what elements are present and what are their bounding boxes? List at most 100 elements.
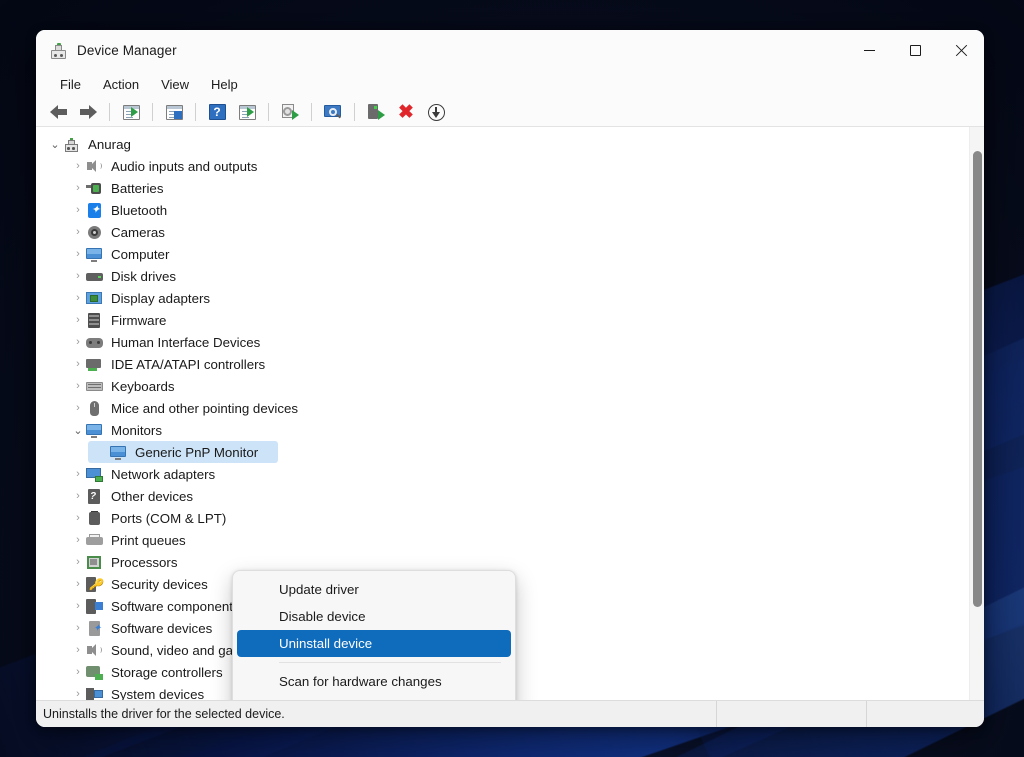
minimize-icon <box>863 50 875 51</box>
speaker-icon <box>86 643 103 658</box>
security-device-icon: 🔑 <box>86 576 103 592</box>
tree-row-audio[interactable]: › Audio inputs and outputs <box>36 155 969 177</box>
tree-row-keyboards[interactable]: › Keyboards <box>36 375 969 397</box>
chevron-right-icon[interactable]: › <box>70 358 86 370</box>
tree-row-label: Bluetooth <box>111 202 168 218</box>
context-menu-item-uninstall-device[interactable]: Uninstall device <box>237 630 511 657</box>
content-area: ⌄ Anurag › Audio inputs and outputs › Ba… <box>36 127 984 700</box>
chevron-right-icon[interactable]: › <box>70 534 86 546</box>
chevron-right-icon[interactable]: › <box>70 490 86 502</box>
tree-row-anurag[interactable]: ⌄ Anurag <box>36 133 969 155</box>
chevron-right-icon[interactable]: › <box>70 512 86 524</box>
scrollbar-thumb[interactable] <box>973 151 982 607</box>
chevron-right-icon[interactable]: › <box>70 644 86 656</box>
minimize-button[interactable] <box>846 30 892 71</box>
monitor-icon <box>86 247 103 262</box>
maximize-button[interactable] <box>892 30 938 71</box>
tree-row-hid[interactable]: › Human Interface Devices <box>36 331 969 353</box>
enable-device-button[interactable] <box>422 100 450 124</box>
console-tree-icon <box>122 104 140 120</box>
toolbar-separator-6 <box>354 103 355 121</box>
tree-row-print-queues[interactable]: › Print queues <box>36 529 969 551</box>
tree-row-label: Software components <box>111 598 240 614</box>
chevron-right-icon[interactable]: › <box>70 314 86 326</box>
chevron-right-icon[interactable]: › <box>70 248 86 260</box>
update-driver-button[interactable] <box>276 100 304 124</box>
chevron-right-icon[interactable]: › <box>70 226 86 238</box>
ide-controller-icon <box>86 357 103 372</box>
menu-action[interactable]: Action <box>92 74 150 95</box>
uninstall-device-button[interactable] <box>362 100 390 124</box>
title-bar[interactable]: Device Manager <box>36 30 984 71</box>
chevron-right-icon[interactable]: › <box>70 204 86 216</box>
disk-drive-icon <box>86 269 103 284</box>
forward-button[interactable] <box>74 100 102 124</box>
scan-hardware-changes-button[interactable] <box>319 100 347 124</box>
tree-row-other-devices[interactable]: › ? Other devices <box>36 485 969 507</box>
tree-row-display-adapters[interactable]: › Display adapters <box>36 287 969 309</box>
monitor-icon <box>86 423 103 438</box>
tree-row-firmware[interactable]: › Firmware <box>36 309 969 331</box>
system-device-icon <box>86 687 103 700</box>
chevron-right-icon[interactable]: › <box>70 666 86 678</box>
chevron-right-icon[interactable]: › <box>70 688 86 700</box>
chevron-right-icon[interactable]: › <box>70 270 86 282</box>
chevron-down-icon[interactable]: ⌄ <box>47 138 63 151</box>
properties-button[interactable] <box>160 100 188 124</box>
help-question-icon: ? <box>208 104 226 120</box>
menu-help[interactable]: Help <box>200 74 249 95</box>
chevron-right-icon[interactable]: › <box>70 336 86 348</box>
tree-row-ide-controllers[interactable]: › IDE ATA/ATAPI controllers <box>36 353 969 375</box>
tree-row-network-adapters[interactable]: › Network adapters <box>36 463 969 485</box>
printer-icon <box>86 533 103 548</box>
chevron-right-icon[interactable]: › <box>70 622 86 634</box>
display-adapter-icon <box>86 291 103 306</box>
context-menu-item-disable-device[interactable]: Disable device <box>237 603 511 630</box>
tree-row-cameras[interactable]: › Cameras <box>36 221 969 243</box>
chevron-right-icon[interactable]: › <box>70 160 86 172</box>
chevron-right-icon[interactable]: › <box>70 600 86 612</box>
tree-row-computer[interactable]: › Computer <box>36 243 969 265</box>
tree-row-label: IDE ATA/ATAPI controllers <box>111 356 266 372</box>
tree-row-label: Print queues <box>111 532 186 548</box>
tree-row-label: System devices <box>111 686 205 701</box>
chevron-right-icon[interactable]: › <box>70 402 86 414</box>
chevron-right-icon[interactable]: › <box>70 292 86 304</box>
battery-icon <box>86 181 103 196</box>
disable-device-button[interactable]: ✖ <box>392 100 420 124</box>
tree-row-label: Software devices <box>111 620 213 636</box>
show-hide-console-tree-button[interactable] <box>117 100 145 124</box>
chevron-down-icon[interactable]: ⌄ <box>70 424 86 437</box>
tree-row-generic-pnp-monitor[interactable]: Generic PnP Monitor <box>36 441 969 463</box>
chevron-right-icon[interactable]: › <box>70 468 86 480</box>
menu-view[interactable]: View <box>150 74 200 95</box>
chevron-right-icon[interactable]: › <box>70 556 86 568</box>
tree-row-disk-drives[interactable]: › Disk drives <box>36 265 969 287</box>
chevron-right-icon[interactable]: › <box>70 380 86 392</box>
back-button[interactable] <box>44 100 72 124</box>
chevron-right-icon[interactable]: › <box>70 578 86 590</box>
keyboard-icon <box>86 379 103 394</box>
tree-row-label: Other devices <box>111 488 194 504</box>
tree-row-label: Firmware <box>111 312 167 328</box>
close-button[interactable] <box>938 30 984 71</box>
tree-row-label: Anurag <box>88 136 131 152</box>
tree-row-ports[interactable]: › Ports (COM & LPT) <box>36 507 969 529</box>
tree-row-batteries[interactable]: › Batteries <box>36 177 969 199</box>
toolbar-separator-1 <box>109 103 110 121</box>
device-manager-window: Device Manager File Action View Help ? ✖… <box>36 30 984 727</box>
menu-file[interactable]: File <box>49 74 92 95</box>
tree-row-mice[interactable]: › Mice and other pointing devices <box>36 397 969 419</box>
tree-row-monitors[interactable]: ⌄ Monitors <box>36 419 969 441</box>
tree-row-label: Disk drives <box>111 268 177 284</box>
vertical-scrollbar[interactable] <box>969 127 984 700</box>
show-hidden-devices-button[interactable] <box>233 100 261 124</box>
toolbar-separator-5 <box>311 103 312 121</box>
chevron-right-icon[interactable]: › <box>70 182 86 194</box>
context-menu-item-update-driver[interactable]: Update driver <box>237 576 511 603</box>
tree-row-bluetooth[interactable]: › Bluetooth <box>36 199 969 221</box>
help-button[interactable]: ? <box>203 100 231 124</box>
context-menu-item-scan-for-hardware-changes[interactable]: Scan for hardware changes <box>237 668 511 695</box>
hid-gamepad-icon <box>86 335 103 350</box>
storage-controller-icon <box>86 665 103 680</box>
